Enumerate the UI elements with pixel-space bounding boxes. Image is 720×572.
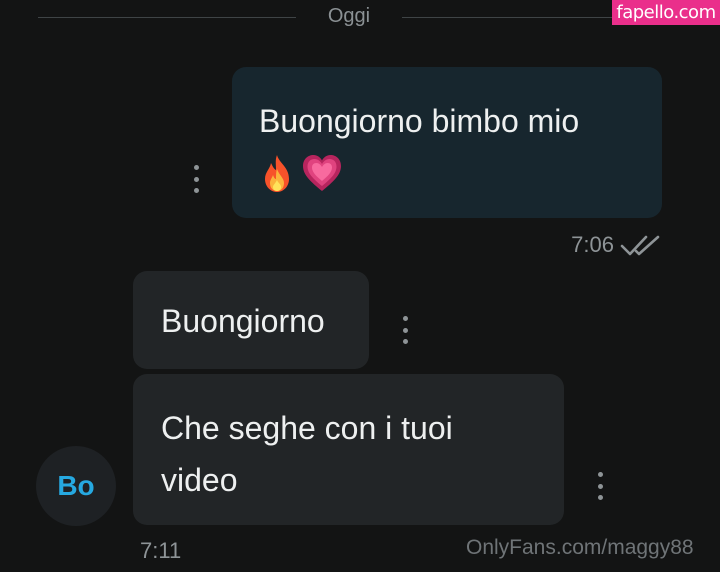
outgoing-message-bubble[interactable]: Buongiorno bimbo mio	[232, 67, 662, 218]
message-time: 7:06	[571, 232, 614, 257]
incoming-message-time: 7:11	[140, 538, 182, 563]
beating-heart-emoji	[303, 155, 341, 191]
watermark-text: OnlyFans.com/maggy88	[466, 536, 694, 559]
message-options-icon[interactable]	[192, 165, 200, 193]
incoming-message-bubble[interactable]: Buongiorno	[133, 271, 369, 369]
divider-line-left	[38, 17, 296, 18]
double-check-icon	[620, 235, 660, 256]
fire-emoji	[265, 155, 289, 192]
avatar[interactable]: Bo	[36, 446, 116, 526]
emoji-row	[259, 147, 636, 199]
watermark-badge: fapello.com	[612, 0, 720, 25]
outgoing-message-meta: 7:06	[540, 231, 662, 259]
divider-line-right	[402, 17, 612, 18]
incoming-message-bubble[interactable]: Che seghe con i tuoi video	[133, 374, 564, 525]
message-text: Che seghe con i tuoi video	[161, 410, 453, 498]
message-options-icon[interactable]	[401, 316, 409, 344]
message-options-icon[interactable]	[596, 472, 604, 500]
message-text: Buongiorno bimbo mio	[259, 103, 580, 139]
date-label: Oggi	[327, 5, 371, 27]
message-text: Buongiorno	[161, 303, 325, 339]
